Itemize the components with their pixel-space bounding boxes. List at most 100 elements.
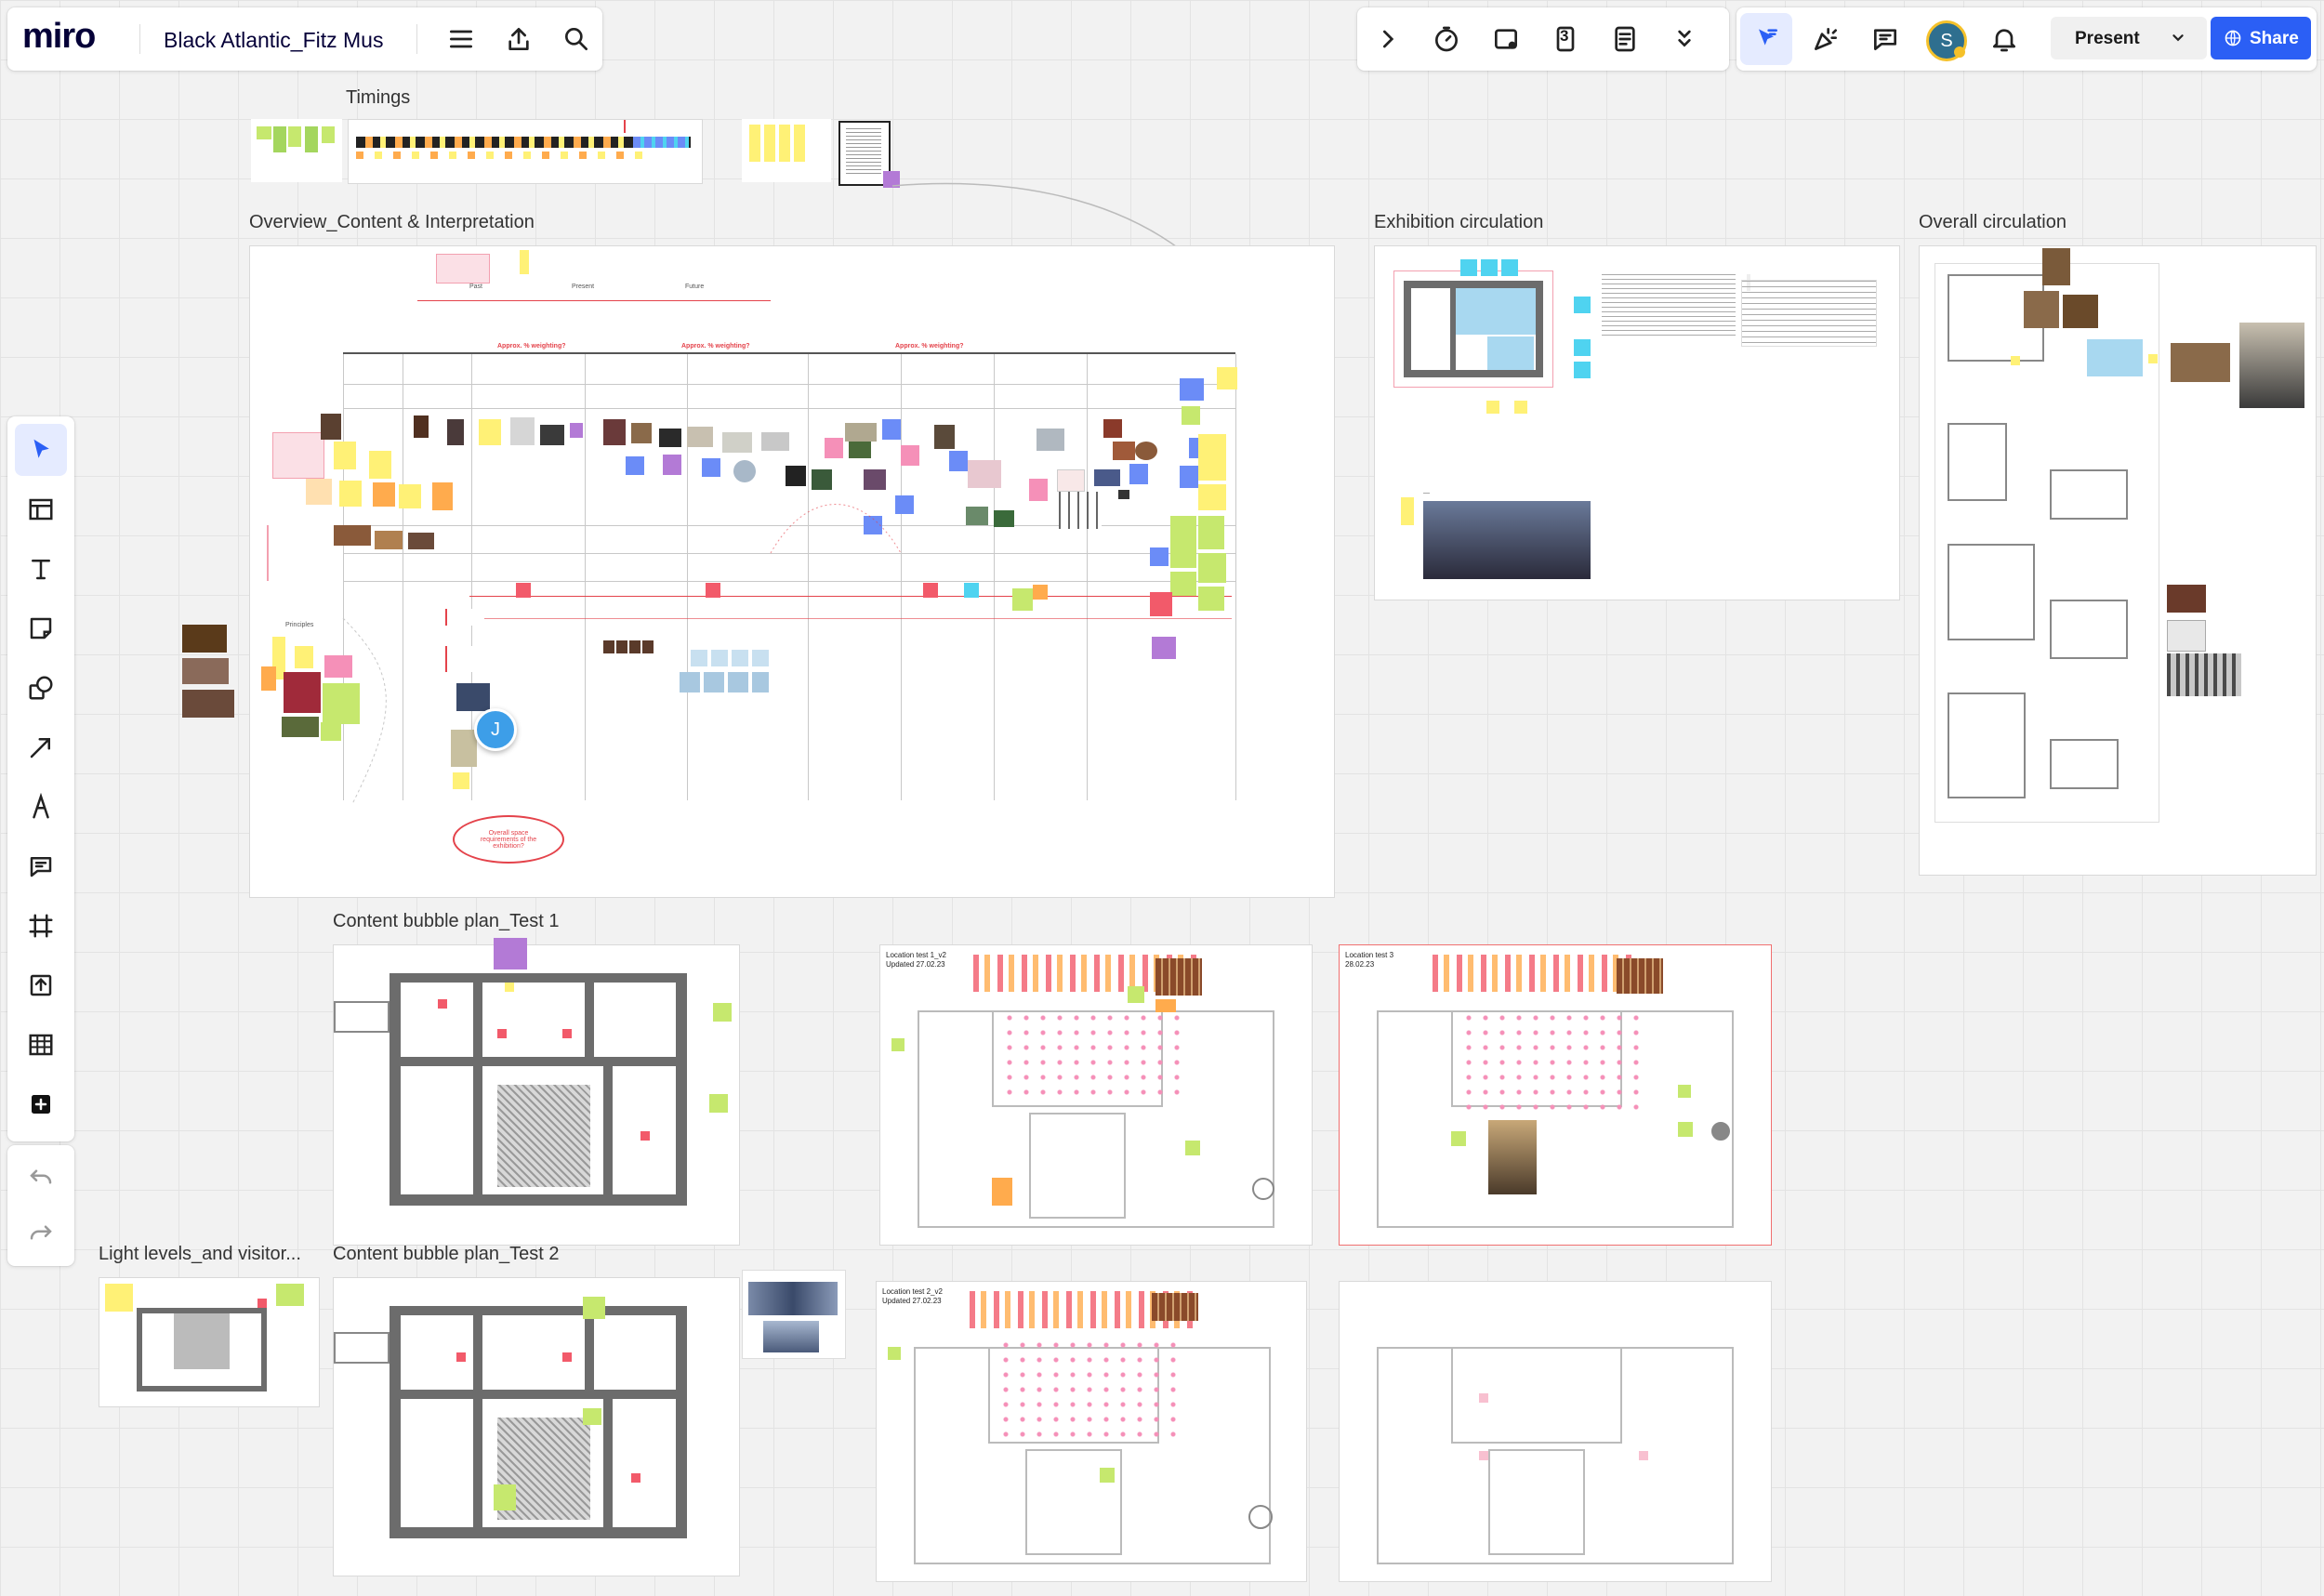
orange-sticky[interactable] bbox=[992, 1178, 1012, 1206]
frame-title-light-levels[interactable]: Light levels_and visitor... bbox=[99, 1244, 301, 1265]
yellow-sticky[interactable] bbox=[505, 983, 514, 992]
frame-overall-circulation[interactable] bbox=[1919, 245, 2317, 876]
frame-bubble-plan-1[interactable] bbox=[333, 938, 740, 1246]
pink-sticky[interactable] bbox=[1479, 1451, 1488, 1460]
pink-sticky[interactable] bbox=[1479, 1393, 1488, 1403]
image-thumbnail[interactable] bbox=[2063, 295, 2098, 328]
cyan-sticky[interactable] bbox=[1574, 297, 1591, 313]
gallery-photo[interactable] bbox=[1488, 1120, 1537, 1194]
image-thumbnail[interactable] bbox=[2042, 248, 2070, 285]
location-date[interactable]: Updated 27.02.23 bbox=[886, 960, 945, 969]
red-sticky[interactable] bbox=[438, 999, 447, 1009]
frame-title-bubble-plan-1[interactable]: Content bubble plan_Test 1 bbox=[333, 911, 560, 932]
location-date[interactable]: Updated 27.02.23 bbox=[882, 1297, 942, 1305]
image-thumbnail[interactable] bbox=[182, 658, 229, 684]
green-sticky[interactable] bbox=[276, 1284, 304, 1306]
green-sticky[interactable] bbox=[1678, 1085, 1691, 1098]
frame-title-overall-circulation[interactable]: Overall circulation bbox=[1919, 212, 2067, 233]
stair-hall[interactable] bbox=[497, 1085, 590, 1187]
image-thumbnail[interactable] bbox=[2239, 323, 2304, 408]
location-title[interactable]: Location test 3 bbox=[1345, 951, 1393, 959]
red-sticky[interactable] bbox=[456, 1352, 466, 1362]
text-block[interactable] bbox=[1602, 274, 1736, 339]
red-sticky[interactable] bbox=[640, 1131, 650, 1141]
frame-light-levels[interactable] bbox=[99, 1277, 320, 1407]
yellow-sticky[interactable] bbox=[105, 1284, 133, 1312]
image-thumbnail[interactable] bbox=[182, 690, 234, 718]
red-sticky[interactable] bbox=[562, 1352, 572, 1362]
floor-plan[interactable] bbox=[1948, 544, 2035, 640]
image-thumbnail[interactable] bbox=[1155, 958, 1202, 996]
location-title[interactable]: Location test 1_v2 bbox=[886, 951, 946, 959]
cyan-sticky[interactable] bbox=[1481, 259, 1498, 276]
floor-plan[interactable] bbox=[2050, 739, 2119, 789]
frame-location-test-2[interactable]: Location test 2_v2 Updated 27.02.23 bbox=[876, 1281, 1307, 1582]
image-thumbnail[interactable] bbox=[2167, 620, 2206, 652]
frame-location-test-1[interactable]: Location test 1_v2 Updated 27.02.23 bbox=[879, 944, 1313, 1246]
image-thumbnail[interactable] bbox=[182, 625, 227, 653]
green-sticky[interactable] bbox=[1185, 1141, 1200, 1155]
frame-location-test-3[interactable]: Location test 3 28.02.23 bbox=[1339, 944, 1772, 1246]
green-sticky[interactable] bbox=[494, 1484, 516, 1510]
floor-plan[interactable] bbox=[1948, 692, 2026, 798]
red-sticky[interactable] bbox=[562, 1029, 572, 1038]
yellow-sticky[interactable] bbox=[1514, 401, 1527, 414]
floor-plan[interactable] bbox=[2050, 469, 2128, 520]
location-date[interactable]: 28.02.23 bbox=[1345, 960, 1374, 969]
frame-title-overview[interactable]: Overview_Content & Interpretation bbox=[249, 212, 535, 233]
floor-plan[interactable] bbox=[1393, 270, 1553, 388]
image-thumbnail[interactable] bbox=[2171, 343, 2230, 382]
frame-exhibition-circulation[interactable]: — bbox=[1374, 245, 1900, 600]
cyan-sticky[interactable] bbox=[1574, 339, 1591, 356]
frame-title-exhibition-circulation[interactable]: Exhibition circulation bbox=[1374, 212, 1543, 233]
frame-blank-plan[interactable] bbox=[1339, 1281, 1772, 1582]
floor-plan[interactable] bbox=[1948, 423, 2007, 501]
yellow-sticky[interactable] bbox=[2148, 354, 2158, 363]
image-thumbnail[interactable] bbox=[1152, 1293, 1198, 1321]
green-sticky[interactable] bbox=[583, 1408, 601, 1425]
gallery-photo[interactable] bbox=[1423, 501, 1591, 579]
shaded-area[interactable] bbox=[174, 1313, 230, 1369]
green-sticky[interactable] bbox=[1678, 1122, 1693, 1137]
green-sticky[interactable] bbox=[891, 1038, 905, 1051]
content-markers[interactable] bbox=[997, 1338, 1183, 1440]
cyan-sticky[interactable] bbox=[1574, 362, 1591, 378]
red-sticky[interactable] bbox=[497, 1029, 507, 1038]
yellow-sticky[interactable] bbox=[1401, 497, 1414, 525]
image-cluster[interactable] bbox=[1433, 955, 1637, 992]
content-markers[interactable] bbox=[1460, 1010, 1646, 1113]
floor-plan[interactable] bbox=[1025, 1449, 1122, 1555]
gallery-photo[interactable] bbox=[763, 1321, 819, 1352]
frame-title-bubble-plan-2[interactable]: Content bubble plan_Test 2 bbox=[333, 1244, 560, 1265]
frame-overview[interactable]: Past Present Future Approx. % weighting?… bbox=[249, 245, 1335, 898]
image-thumbnail[interactable] bbox=[2024, 291, 2059, 328]
floor-plan[interactable] bbox=[1029, 1113, 1126, 1219]
cyan-sticky[interactable] bbox=[1501, 259, 1518, 276]
red-sticky[interactable] bbox=[257, 1299, 267, 1308]
photo-group[interactable] bbox=[742, 1270, 846, 1359]
image-thumbnail[interactable] bbox=[1617, 958, 1663, 994]
green-sticky[interactable] bbox=[1128, 986, 1144, 1003]
frame-bubble-plan-2[interactable] bbox=[333, 1277, 740, 1576]
purple-sticky[interactable] bbox=[494, 938, 527, 969]
green-sticky[interactable] bbox=[888, 1347, 901, 1360]
yellow-sticky[interactable] bbox=[1486, 401, 1499, 414]
gallery-photo[interactable] bbox=[748, 1282, 838, 1315]
pink-sticky[interactable] bbox=[1639, 1451, 1648, 1460]
content-markers[interactable] bbox=[1001, 1010, 1187, 1103]
image-thumbnail[interactable] bbox=[2167, 653, 2241, 696]
floor-plan[interactable] bbox=[2050, 600, 2128, 659]
green-sticky[interactable] bbox=[583, 1297, 605, 1319]
green-sticky[interactable] bbox=[709, 1094, 728, 1113]
green-sticky[interactable] bbox=[713, 1003, 732, 1022]
green-sticky[interactable] bbox=[1451, 1131, 1466, 1146]
image-thumbnail[interactable] bbox=[2167, 585, 2206, 613]
cyan-sticky[interactable] bbox=[1460, 259, 1477, 276]
green-sticky[interactable] bbox=[1100, 1468, 1115, 1483]
yellow-sticky[interactable] bbox=[2011, 356, 2020, 365]
location-title[interactable]: Location test 2_v2 bbox=[882, 1287, 943, 1296]
text-block[interactable] bbox=[1741, 280, 1877, 347]
floor-plan[interactable] bbox=[1451, 1347, 1622, 1444]
red-sticky[interactable] bbox=[631, 1473, 640, 1483]
floor-plan[interactable] bbox=[1488, 1449, 1585, 1555]
